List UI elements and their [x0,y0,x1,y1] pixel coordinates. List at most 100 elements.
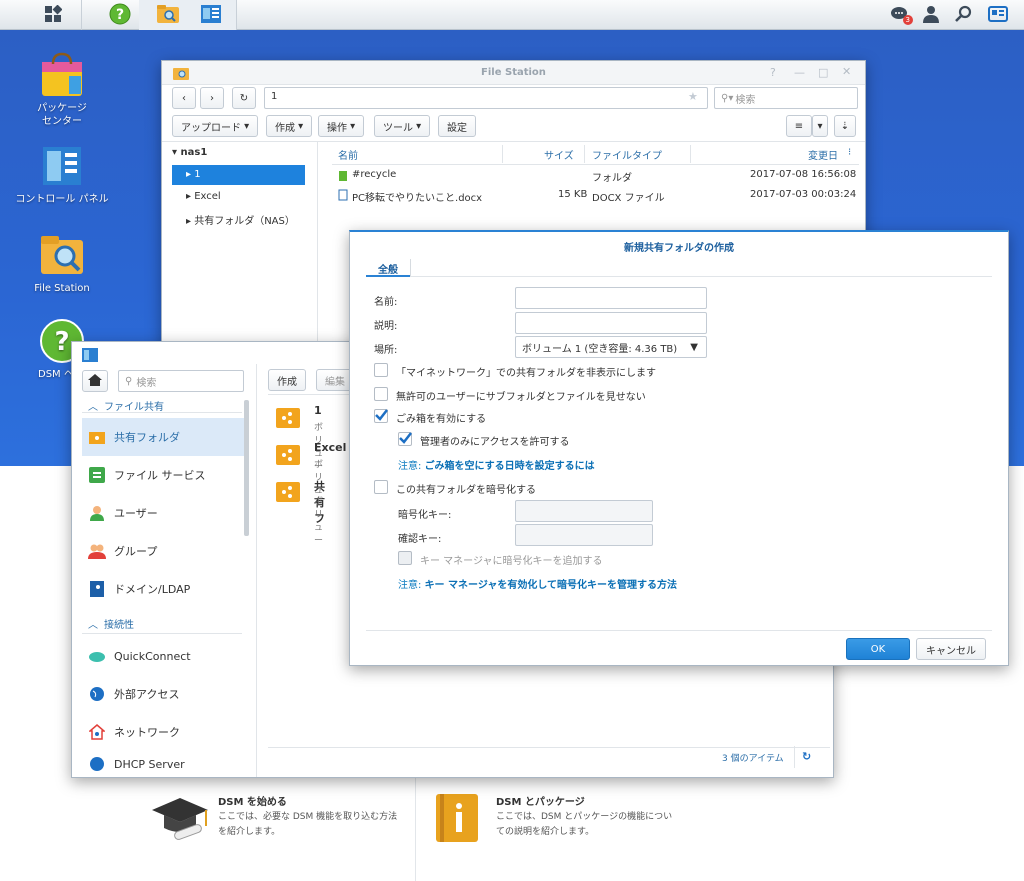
column-options-icon[interactable]: ⁝ [848,147,851,158]
refresh-icon[interactable]: ↻ [802,750,811,763]
add-keymanager-checkbox[interactable] [398,551,412,565]
divider [366,276,992,277]
table-row[interactable]: PC移転でやりたいこと.docx 15 KB DOCX ファイル 2017-07… [332,186,859,206]
keymanager-note: 注意: キー マネージャを有効化して暗号化キーを管理する方法 [398,576,677,591]
table-row[interactable]: #recycle フォルダ 2017-07-08 16:56:08 [332,166,859,186]
note-prefix: 注意: [398,580,422,591]
search-button[interactable] [951,3,977,27]
section-connectivity[interactable]: ︿ 接続性 [88,616,134,631]
user-icon [88,504,106,522]
help-card-title[interactable]: DSM とパッケージ [496,793,585,808]
taskbar-controlpanel-button[interactable] [185,0,237,30]
globe-icon [88,685,106,703]
dhcp-icon [88,755,106,773]
sidebar-item-dhcp[interactable]: DHCP Server [82,751,244,777]
sidebar-item-group[interactable]: グループ [82,532,244,570]
create-button[interactable]: 作成 ▾ [266,115,313,137]
help-card-desc: ここでは、必要な DSM 機能を取り込む方法 [218,812,398,822]
svg-text:?: ? [115,7,123,23]
close-icon[interactable]: ✕ [842,65,851,78]
control-panel-icon [82,348,98,365]
column-name[interactable]: 名前 [338,147,358,162]
action-label: 操作 [327,122,347,134]
tree-root[interactable]: ▾ nas1 [172,147,207,158]
tree-item-1[interactable]: ▸ 1 [172,165,305,185]
column-modified[interactable]: 変更日 [808,147,838,162]
action-button[interactable]: 操作 ▾ [318,115,365,137]
home-button[interactable] [82,370,108,392]
cancel-button[interactable]: キャンセル [916,638,986,660]
maximize-icon[interactable]: □ [818,66,828,79]
hide-unauthorized-checkbox[interactable] [374,387,388,401]
search-placeholder: 検索 [735,94,756,106]
view-dropdown-button[interactable]: ▾ [812,115,828,137]
sidebar-item-external-access[interactable]: 外部アクセス [82,675,244,713]
encrypt-label: この共有フォルダを暗号化する [396,485,536,496]
star-icon[interactable]: ★ [688,90,698,103]
create-label: 作成 [275,122,295,134]
location-select[interactable]: ボリューム 1 (空き容量: 4.36 TB) ▼ [515,336,707,358]
tab-general[interactable]: 全般 [366,256,410,277]
sidebar-item-user[interactable]: ユーザー [82,494,244,532]
admin-only-checkbox[interactable] [398,431,412,448]
minimize-icon[interactable]: — [794,66,805,79]
search-input[interactable]: ⚲▾ 検索 [714,87,858,109]
back-button[interactable]: ‹ [172,87,196,109]
checkmark-icon [398,431,412,448]
desktop-icon-file-station[interactable]: File Station [12,232,112,295]
column-type[interactable]: ファイルタイプ [592,147,662,162]
sidebar-item-quickconnect[interactable]: QuickConnect [82,637,244,675]
user-button[interactable] [918,3,944,27]
recycle-schedule-link[interactable]: ごみ箱を空にする日時を設定するには [425,461,595,472]
recycle-note: 注意: ごみ箱を空にする日時を設定するには [398,457,595,472]
forward-button[interactable]: › [200,87,224,109]
sidebar-item-shared-folder[interactable]: 共有フォルダ [82,418,244,456]
sidebar-item-network[interactable]: ネットワーク [82,713,244,751]
hide-network-checkbox[interactable] [374,363,388,377]
divider [256,364,257,777]
folder-search-icon [39,232,85,278]
sidebar-item-domain-ldap[interactable]: ドメイン/LDAP [82,570,244,608]
description-input[interactable] [515,312,707,334]
create-button[interactable]: 作成 [268,369,306,391]
search-input[interactable]: ⚲ 検索 [118,370,244,392]
refresh-button[interactable]: ↻ [232,87,256,109]
ok-button[interactable]: OK [846,638,910,660]
section-file-sharing[interactable]: ︿ ファイル共有 [88,398,164,413]
document-icon [338,189,348,204]
folder-search-icon [156,4,180,27]
shared-folder-icon [276,480,300,505]
file-modified: 2017-07-08 16:56:08 [750,169,857,180]
notifications-button[interactable]: 3 [887,3,913,27]
help-card-desc: ての説明を紹介します。 [496,827,595,837]
keymanager-link[interactable]: キー マネージャを有効化して暗号化キーを管理する方法 [425,580,677,591]
enc-key-label: 暗号化キー: [398,510,452,521]
encrypt-checkbox[interactable] [374,480,388,494]
sidebar-item-file-services[interactable]: ファイル サービス [82,456,244,494]
view-list-button[interactable]: ≡ [786,115,812,137]
encryption-key-input[interactable] [515,500,653,522]
desktop-icon-package-center[interactable]: パッケージ センター [12,52,112,128]
confirm-key-input[interactable] [515,524,653,546]
file-name: PC移転でやりたいこと.docx [352,193,483,204]
main-menu-button[interactable] [24,0,82,30]
file-modified: 2017-07-03 00:03:24 [750,189,857,200]
tree-item-shared-nas[interactable]: ▸ 共有フォルダ（NAS） [186,212,295,227]
widgets-button[interactable] [985,3,1011,27]
name-input[interactable] [515,287,707,309]
sort-icon: ⇣ [840,120,850,132]
upload-button[interactable]: アップロード ▾ [172,115,259,137]
path-input[interactable]: 1 [264,87,708,109]
enable-recycle-checkbox[interactable] [374,408,388,423]
tree-item-excel[interactable]: ▸ Excel [186,191,221,202]
column-size[interactable]: サイズ [544,147,574,162]
tools-button[interactable]: ツール ▾ [374,115,431,137]
shared-folder-icon [276,443,300,468]
help-card-title[interactable]: DSM を始める [218,793,287,808]
sidebar-scrollbar[interactable] [244,400,249,536]
file-list-header: 名前 サイズ ファイルタイプ 変更日 ⁝ [332,145,859,165]
settings-button[interactable]: 設定 [438,115,476,137]
help-icon[interactable]: ? [770,66,776,79]
desktop-icon-control-panel[interactable]: コントロール パネル [12,143,112,206]
sort-button[interactable]: ⇣ [834,115,856,137]
